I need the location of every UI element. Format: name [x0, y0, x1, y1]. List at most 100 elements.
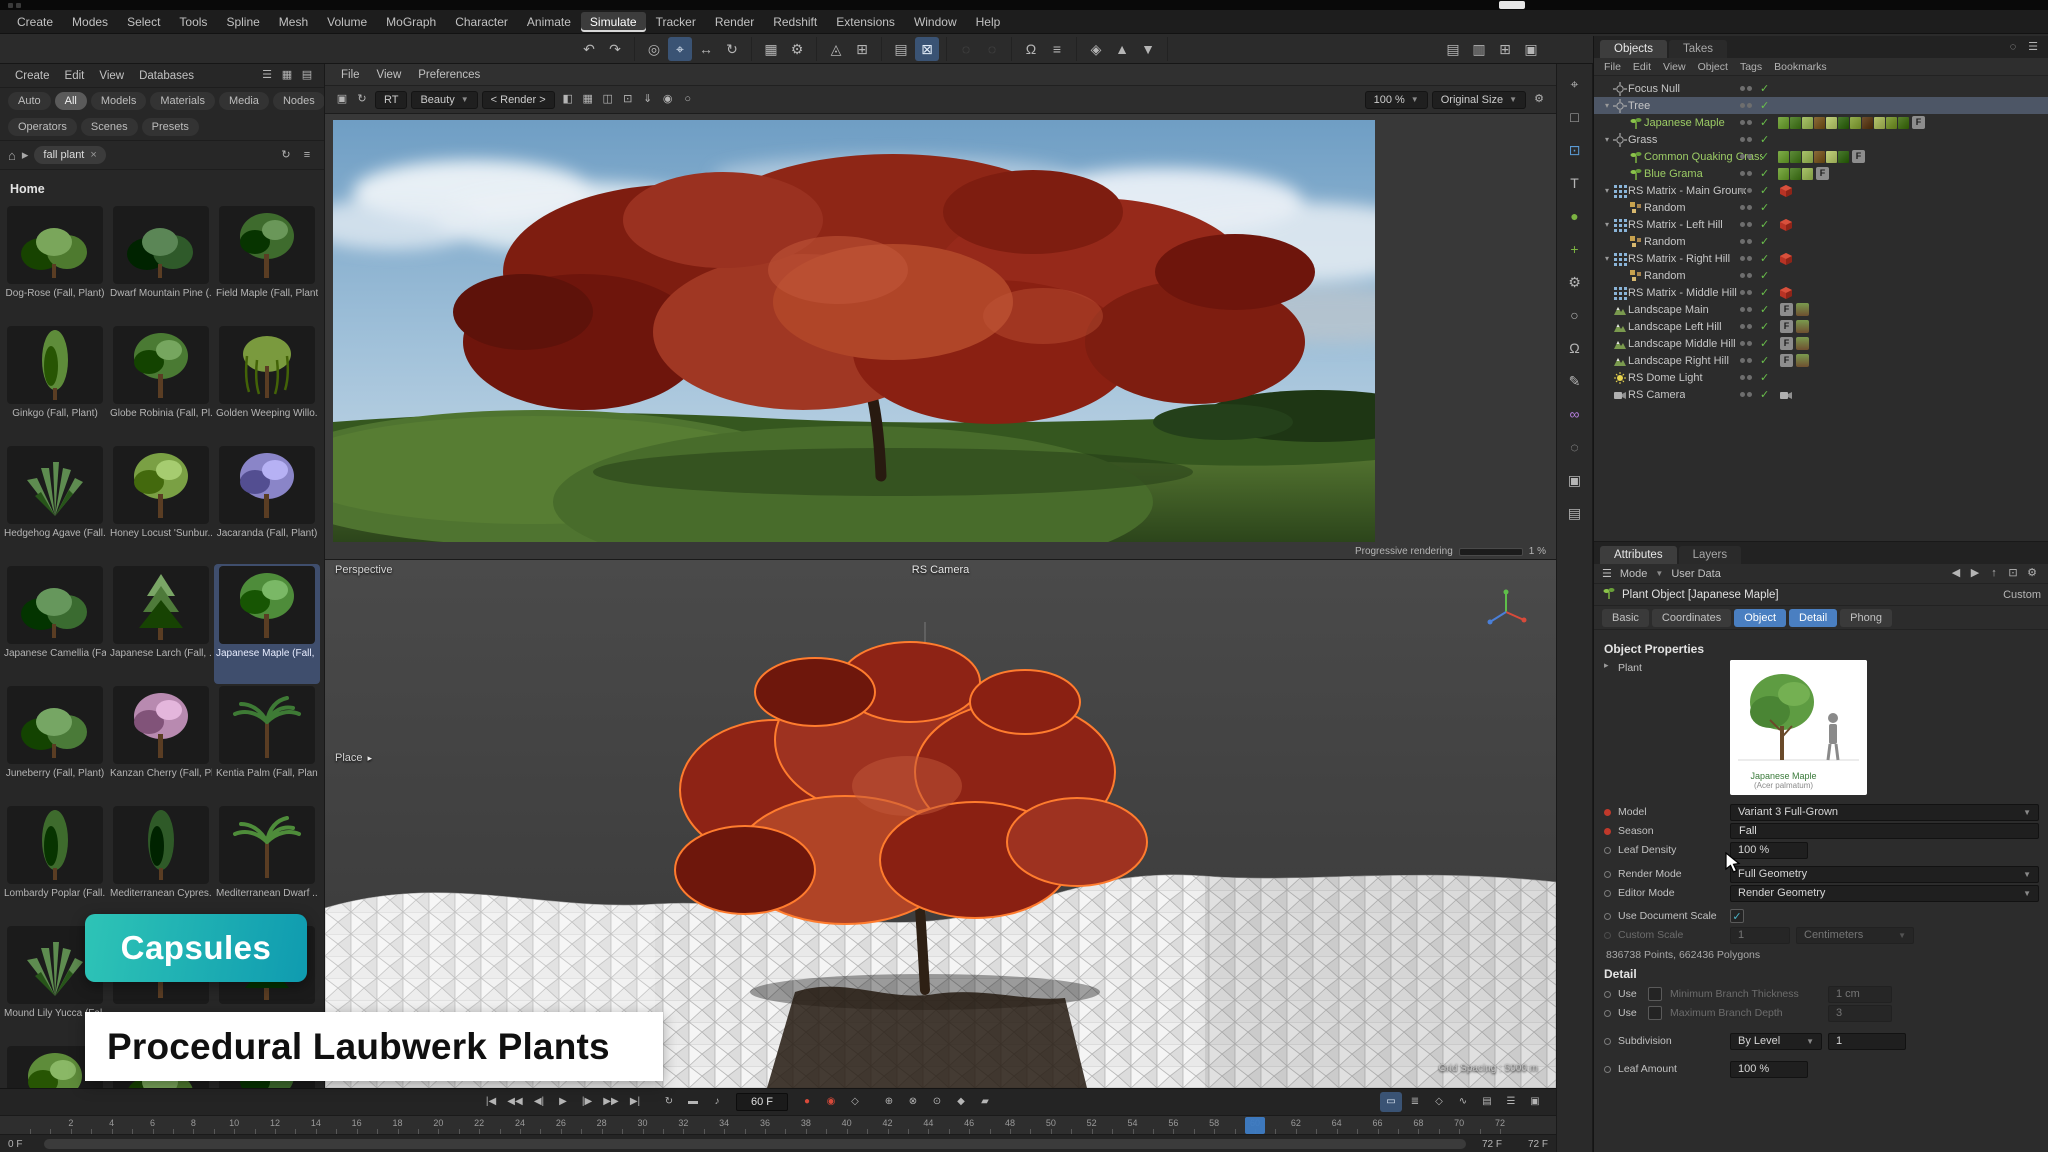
prev-key-icon[interactable]: ◀◀ [504, 1092, 526, 1112]
enabled-check-icon[interactable]: ✓ [1760, 286, 1769, 299]
strip-camera-icon[interactable]: ▣ [1563, 468, 1587, 492]
disabled-b-icon[interactable]: ◌ [980, 37, 1004, 61]
snapshot-icon[interactable]: ▣ [333, 91, 351, 109]
hamburger-icon[interactable]: ☰ [1602, 567, 1612, 580]
menubar-item-volume[interactable]: Volume [318, 12, 376, 32]
visibility-dots[interactable] [1740, 375, 1752, 380]
model-dropdown[interactable]: Variant 3 Full-Grown ▼ [1730, 804, 2039, 821]
menubar-item-help[interactable]: Help [967, 12, 1010, 32]
menubar-item-spline[interactable]: Spline [217, 12, 268, 32]
object-row-landscape-middle-hill[interactable]: Landscape Middle Hill✓F [1594, 335, 2048, 352]
use-document-scale-checkbox[interactable]: ✓ [1730, 909, 1744, 923]
plant-item[interactable]: Dog-Rose (Fall, Plant) [2, 204, 108, 324]
attribute-tab-coordinates[interactable]: Coordinates [1652, 609, 1731, 627]
render-view-menu-file[interactable]: File [333, 68, 368, 82]
plane-x-icon[interactable]: ▲ [1110, 37, 1134, 61]
strip-sphere-icon[interactable]: ● [1563, 204, 1587, 228]
custom-preset-dropdown[interactable]: Custom [2003, 589, 2041, 601]
anim-dot-icon[interactable] [1604, 871, 1618, 878]
playhead[interactable] [1245, 1117, 1265, 1134]
plant-item[interactable]: Honey Locust 'Sunbur... [108, 444, 214, 564]
plant-item[interactable]: Golden Weeping Willo... [214, 324, 320, 444]
keyset-icon[interactable]: ◇ [844, 1092, 866, 1112]
ab-refresh-icon[interactable]: ↻ [277, 146, 295, 164]
plant-item[interactable]: Lombardy Poplar (Fall... [2, 804, 108, 924]
plant-item[interactable]: Japanese Camellia (Fal... [2, 564, 108, 684]
phong-tag[interactable]: F [1912, 116, 1925, 129]
strip-pen-icon[interactable]: ✎ [1563, 369, 1587, 393]
pla-key-icon[interactable]: ▰ [974, 1092, 996, 1112]
category-tab-presets[interactable]: Presets [142, 118, 199, 136]
menubar-item-mograph[interactable]: MoGraph [377, 12, 445, 32]
subdivision-mode-dropdown[interactable]: By Level ▼ [1730, 1033, 1822, 1050]
attribute-tab-basic[interactable]: Basic [1602, 609, 1649, 627]
object-row-blue-grama[interactable]: Blue Grama✓F [1594, 165, 2048, 182]
strip-plane-icon[interactable]: □ [1563, 105, 1587, 129]
attr-lock-icon[interactable]: ⊡ [2004, 565, 2022, 583]
tl-solo-icon[interactable]: ▭ [1380, 1092, 1402, 1112]
prev-frame-icon[interactable]: ◀| [528, 1092, 550, 1112]
material-tag[interactable] [1886, 117, 1897, 129]
menubar-item-tracker[interactable]: Tracker [647, 12, 705, 32]
material-tag[interactable] [1826, 151, 1837, 163]
asset-menu-edit[interactable]: Edit [58, 68, 92, 84]
phong-tag[interactable]: F [1816, 167, 1829, 180]
object-row-grass[interactable]: ▾Grass✓ [1594, 131, 2048, 148]
enabled-check-icon[interactable]: ✓ [1760, 167, 1769, 180]
render-view-menu-view[interactable]: View [369, 68, 410, 82]
enabled-check-icon[interactable]: ✓ [1760, 269, 1769, 282]
snap-magnet-icon[interactable]: Ω [1019, 37, 1043, 61]
object-menu-object[interactable]: Object [1698, 61, 1728, 73]
go-start-icon[interactable]: |◀ [480, 1092, 502, 1112]
ruler-icon[interactable]: ▬ [682, 1092, 704, 1112]
texture-tag[interactable] [1796, 354, 1809, 367]
menubar-item-select[interactable]: Select [118, 12, 169, 32]
category-tab-scenes[interactable]: Scenes [81, 118, 138, 136]
visibility-dots[interactable] [1740, 273, 1752, 278]
enabled-check-icon[interactable]: ✓ [1760, 184, 1769, 197]
menubar-item-render[interactable]: Render [706, 12, 763, 32]
material-tag[interactable] [1802, 168, 1813, 180]
plant-item[interactable]: Dwarf Mountain Pine (... [108, 204, 214, 324]
filter-tab-all[interactable]: All [55, 92, 87, 110]
material-tag[interactable] [1814, 151, 1825, 163]
visibility-dots[interactable] [1740, 120, 1752, 125]
move-tool-icon[interactable]: ⌖ [668, 37, 692, 61]
plant-item[interactable]: Mediterranean Cypres... [108, 804, 214, 924]
visibility-dots[interactable] [1740, 137, 1752, 142]
visibility-dots[interactable] [1740, 222, 1752, 227]
plant-item[interactable]: Globe Robinia (Fall, Pl... [108, 324, 214, 444]
enabled-check-icon[interactable]: ✓ [1760, 201, 1769, 214]
layout-a-icon[interactable]: ▤ [1441, 37, 1465, 61]
visibility-dots[interactable] [1740, 86, 1752, 91]
editor-mode-dropdown[interactable]: Render Geometry ▼ [1730, 885, 2039, 902]
anim-dot-icon[interactable] [1604, 847, 1618, 854]
filter-tab-models[interactable]: Models [91, 92, 146, 110]
phong-tag[interactable]: F [1852, 150, 1865, 163]
ab-sort-icon[interactable]: ▤ [298, 67, 316, 85]
strip-cube-icon[interactable]: ⊡ [1563, 138, 1587, 162]
rt-button[interactable]: RT [375, 91, 407, 109]
menubar-item-character[interactable]: Character [446, 12, 517, 32]
menubar-item-modes[interactable]: Modes [63, 12, 117, 32]
material-tag[interactable] [1778, 117, 1789, 129]
phong-tag[interactable]: F [1780, 337, 1793, 350]
expander-icon[interactable]: ▸ [1604, 660, 1618, 671]
object-menu-tags[interactable]: Tags [1740, 61, 1762, 73]
object-row-rs-camera[interactable]: RS Camera✓ [1594, 386, 2048, 403]
phong-tag[interactable]: F [1780, 303, 1793, 316]
render-view-icon[interactable]: ▦ [759, 37, 783, 61]
disabled-a-icon[interactable]: ◌ [954, 37, 978, 61]
material-tag[interactable] [1802, 151, 1813, 163]
om-filter-icon[interactable]: ☰ [2024, 38, 2042, 56]
visibility-dots[interactable] [1740, 171, 1752, 176]
object-row-landscape-left-hill[interactable]: Landscape Left Hill✓F [1594, 318, 2048, 335]
ab-filter-icon[interactable]: ≡ [298, 146, 316, 164]
asset-menu-databases[interactable]: Databases [132, 68, 201, 84]
zoom-fit-icon[interactable]: ⊡ [619, 91, 637, 109]
camera-tag-icon[interactable] [1778, 388, 1794, 402]
close-icon[interactable]: × [90, 149, 96, 161]
render-view-menu-preferences[interactable]: Preferences [410, 68, 488, 82]
object-row-rs-matrix-left-hill[interactable]: ▾RS Matrix - Left Hill✓ [1594, 216, 2048, 233]
material-tag[interactable] [1862, 117, 1873, 129]
